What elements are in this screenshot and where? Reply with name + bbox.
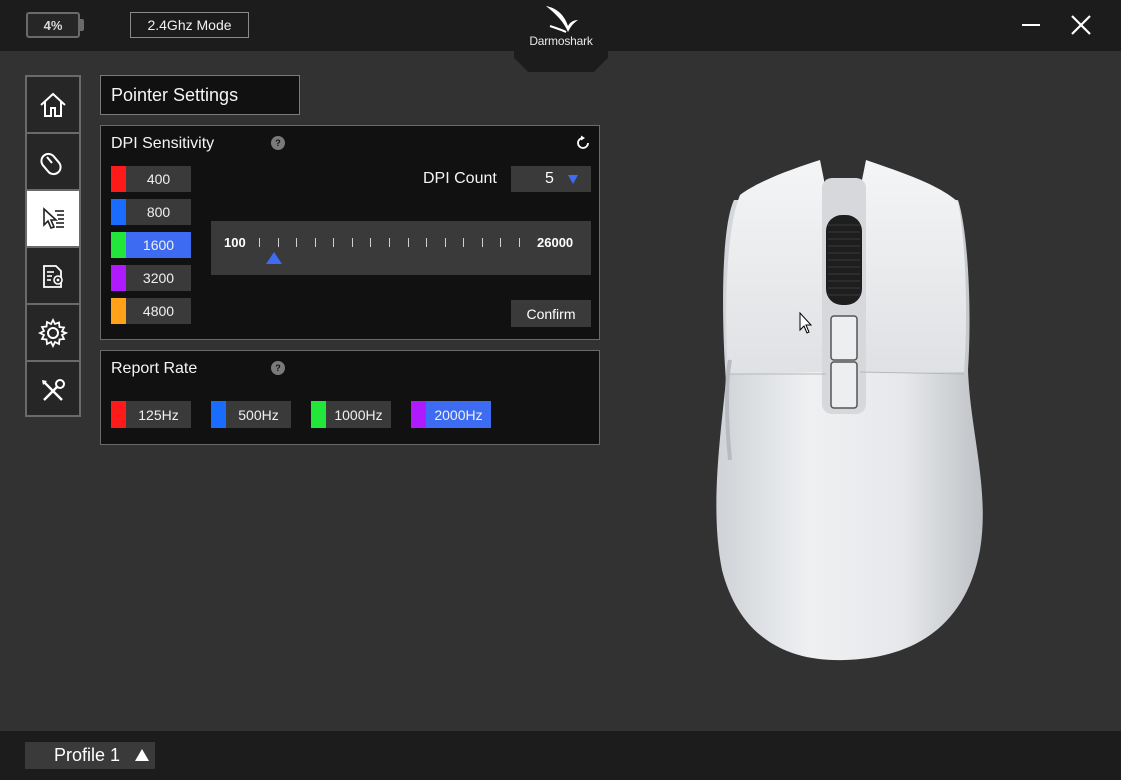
slider-tick: [351, 238, 353, 247]
rate-option-1000[interactable]: 1000Hz: [311, 401, 391, 428]
rate-color-swatch: [211, 401, 226, 428]
dpi-level-value: 800: [146, 204, 171, 220]
minimize-button[interactable]: [1016, 10, 1046, 40]
close-button[interactable]: [1066, 10, 1096, 40]
dpi-count-value: 5: [545, 170, 554, 187]
slider-tick: [500, 238, 502, 247]
nav-settings[interactable]: [27, 305, 79, 362]
slider-tick: [259, 238, 260, 247]
nav-home[interactable]: [27, 77, 79, 134]
slider-tick: [481, 238, 483, 247]
dpi-level-4[interactable]: 3200: [111, 265, 191, 291]
slider-tick: [407, 238, 409, 247]
dpi-level-5[interactable]: 4800: [111, 298, 191, 324]
footer-bar: Profile 1: [0, 731, 1121, 780]
pointer-settings-icon: [43, 206, 64, 229]
dpi-section-title: DPI Sensitivity: [111, 135, 215, 152]
report-rate-help-icon[interactable]: ?: [271, 361, 285, 375]
title-bar: 4% 2.4Ghz Mode Darmoshark: [0, 0, 1121, 72]
dpi-color-swatch: [111, 199, 126, 225]
nav-tools[interactable]: [27, 362, 79, 419]
brand-logo: Darmoshark: [514, 0, 608, 72]
profile-label: Profile 1: [54, 745, 121, 765]
dpi-level-value: 3200: [142, 270, 175, 286]
slider-tick: [296, 238, 298, 247]
nav-macro[interactable]: [27, 248, 79, 305]
macro-settings-icon: [43, 264, 63, 288]
battery-level: 4%: [43, 17, 63, 33]
nav-buttons[interactable]: [27, 134, 79, 191]
dpi-level-2[interactable]: 800: [111, 199, 191, 225]
rate-option-500[interactable]: 500Hz: [211, 401, 291, 428]
dpi-level-1[interactable]: 400: [111, 166, 191, 192]
profile-selector[interactable]: Profile 1: [25, 742, 155, 769]
dpi-slider[interactable]: 100 26000: [211, 221, 591, 275]
mouse-preview-image: [700, 150, 1000, 670]
brand-name: Darmoshark: [529, 34, 593, 48]
slider-min-label: 100: [224, 235, 246, 250]
slider-max-label: 26000: [537, 235, 574, 250]
rate-option-2000[interactable]: 2000Hz: [411, 401, 491, 428]
dpi-count-dropdown[interactable]: 5: [511, 166, 591, 192]
slider-tick: [463, 238, 465, 247]
dpi-level-value: 1600: [142, 237, 175, 253]
page-title: Pointer Settings: [100, 75, 300, 115]
dpi-help-icon[interactable]: ?: [271, 136, 285, 150]
slider-tick: [314, 238, 316, 247]
rate-option-label: 500Hz: [238, 406, 279, 423]
dpi-level-3[interactable]: 1600: [111, 232, 191, 258]
rate-option-label: 1000Hz: [334, 406, 383, 423]
side-navigation: [25, 75, 81, 417]
slider-ticks: [259, 238, 520, 248]
slider-tick: [370, 238, 372, 247]
gear-icon: [37, 317, 69, 348]
mouse-illustration: [716, 160, 983, 661]
shark-fin-icon: [546, 6, 578, 33]
rate-color-swatch: [411, 401, 426, 428]
slider-tick: [519, 238, 520, 247]
rate-option-label: 2000Hz: [434, 406, 483, 423]
caret-up-icon: [135, 749, 149, 761]
close-icon: [1071, 15, 1091, 35]
dpi-color-swatch: [111, 232, 126, 258]
rate-option-125[interactable]: 125Hz: [111, 401, 191, 428]
mouse-icon: [40, 152, 62, 175]
tools-icon: [42, 378, 65, 401]
slider-tick: [333, 238, 335, 247]
dpi-color-swatch: [111, 298, 126, 324]
battery-tip: [80, 19, 84, 31]
home-icon: [40, 92, 66, 117]
slider-thumb[interactable]: [266, 252, 283, 264]
report-rate-panel: Report Rate ? 125Hz 500Hz 1000Hz 2000Hz: [100, 350, 600, 445]
confirm-button[interactable]: Confirm: [511, 300, 591, 327]
slider-tick: [426, 238, 428, 247]
connection-mode-label: 2.4Ghz Mode: [147, 17, 232, 33]
slider-tick: [444, 238, 446, 247]
reset-icon[interactable]: [575, 135, 591, 151]
dpi-color-swatch: [111, 265, 126, 291]
dpi-sensitivity-panel: DPI Sensitivity ? 400 800 1600 3200 4800…: [100, 125, 600, 340]
dropdown-arrow-icon: [568, 175, 578, 184]
dpi-color-swatch: [111, 166, 126, 192]
rate-option-label: 125Hz: [138, 406, 179, 423]
connection-mode-badge: 2.4Ghz Mode: [130, 12, 249, 38]
slider-tick: [277, 238, 279, 247]
slider-tick: [389, 238, 390, 247]
report-rate-title: Report Rate: [111, 360, 198, 377]
rate-color-swatch: [111, 401, 126, 428]
dpi-level-value: 400: [146, 171, 171, 187]
dpi-level-value: 4800: [142, 303, 175, 319]
battery-indicator: 4%: [26, 12, 80, 38]
minimize-icon: [1022, 24, 1040, 26]
rate-color-swatch: [311, 401, 326, 428]
nav-pointer-settings[interactable]: [27, 191, 79, 248]
dpi-count-label: DPI Count: [423, 170, 497, 187]
